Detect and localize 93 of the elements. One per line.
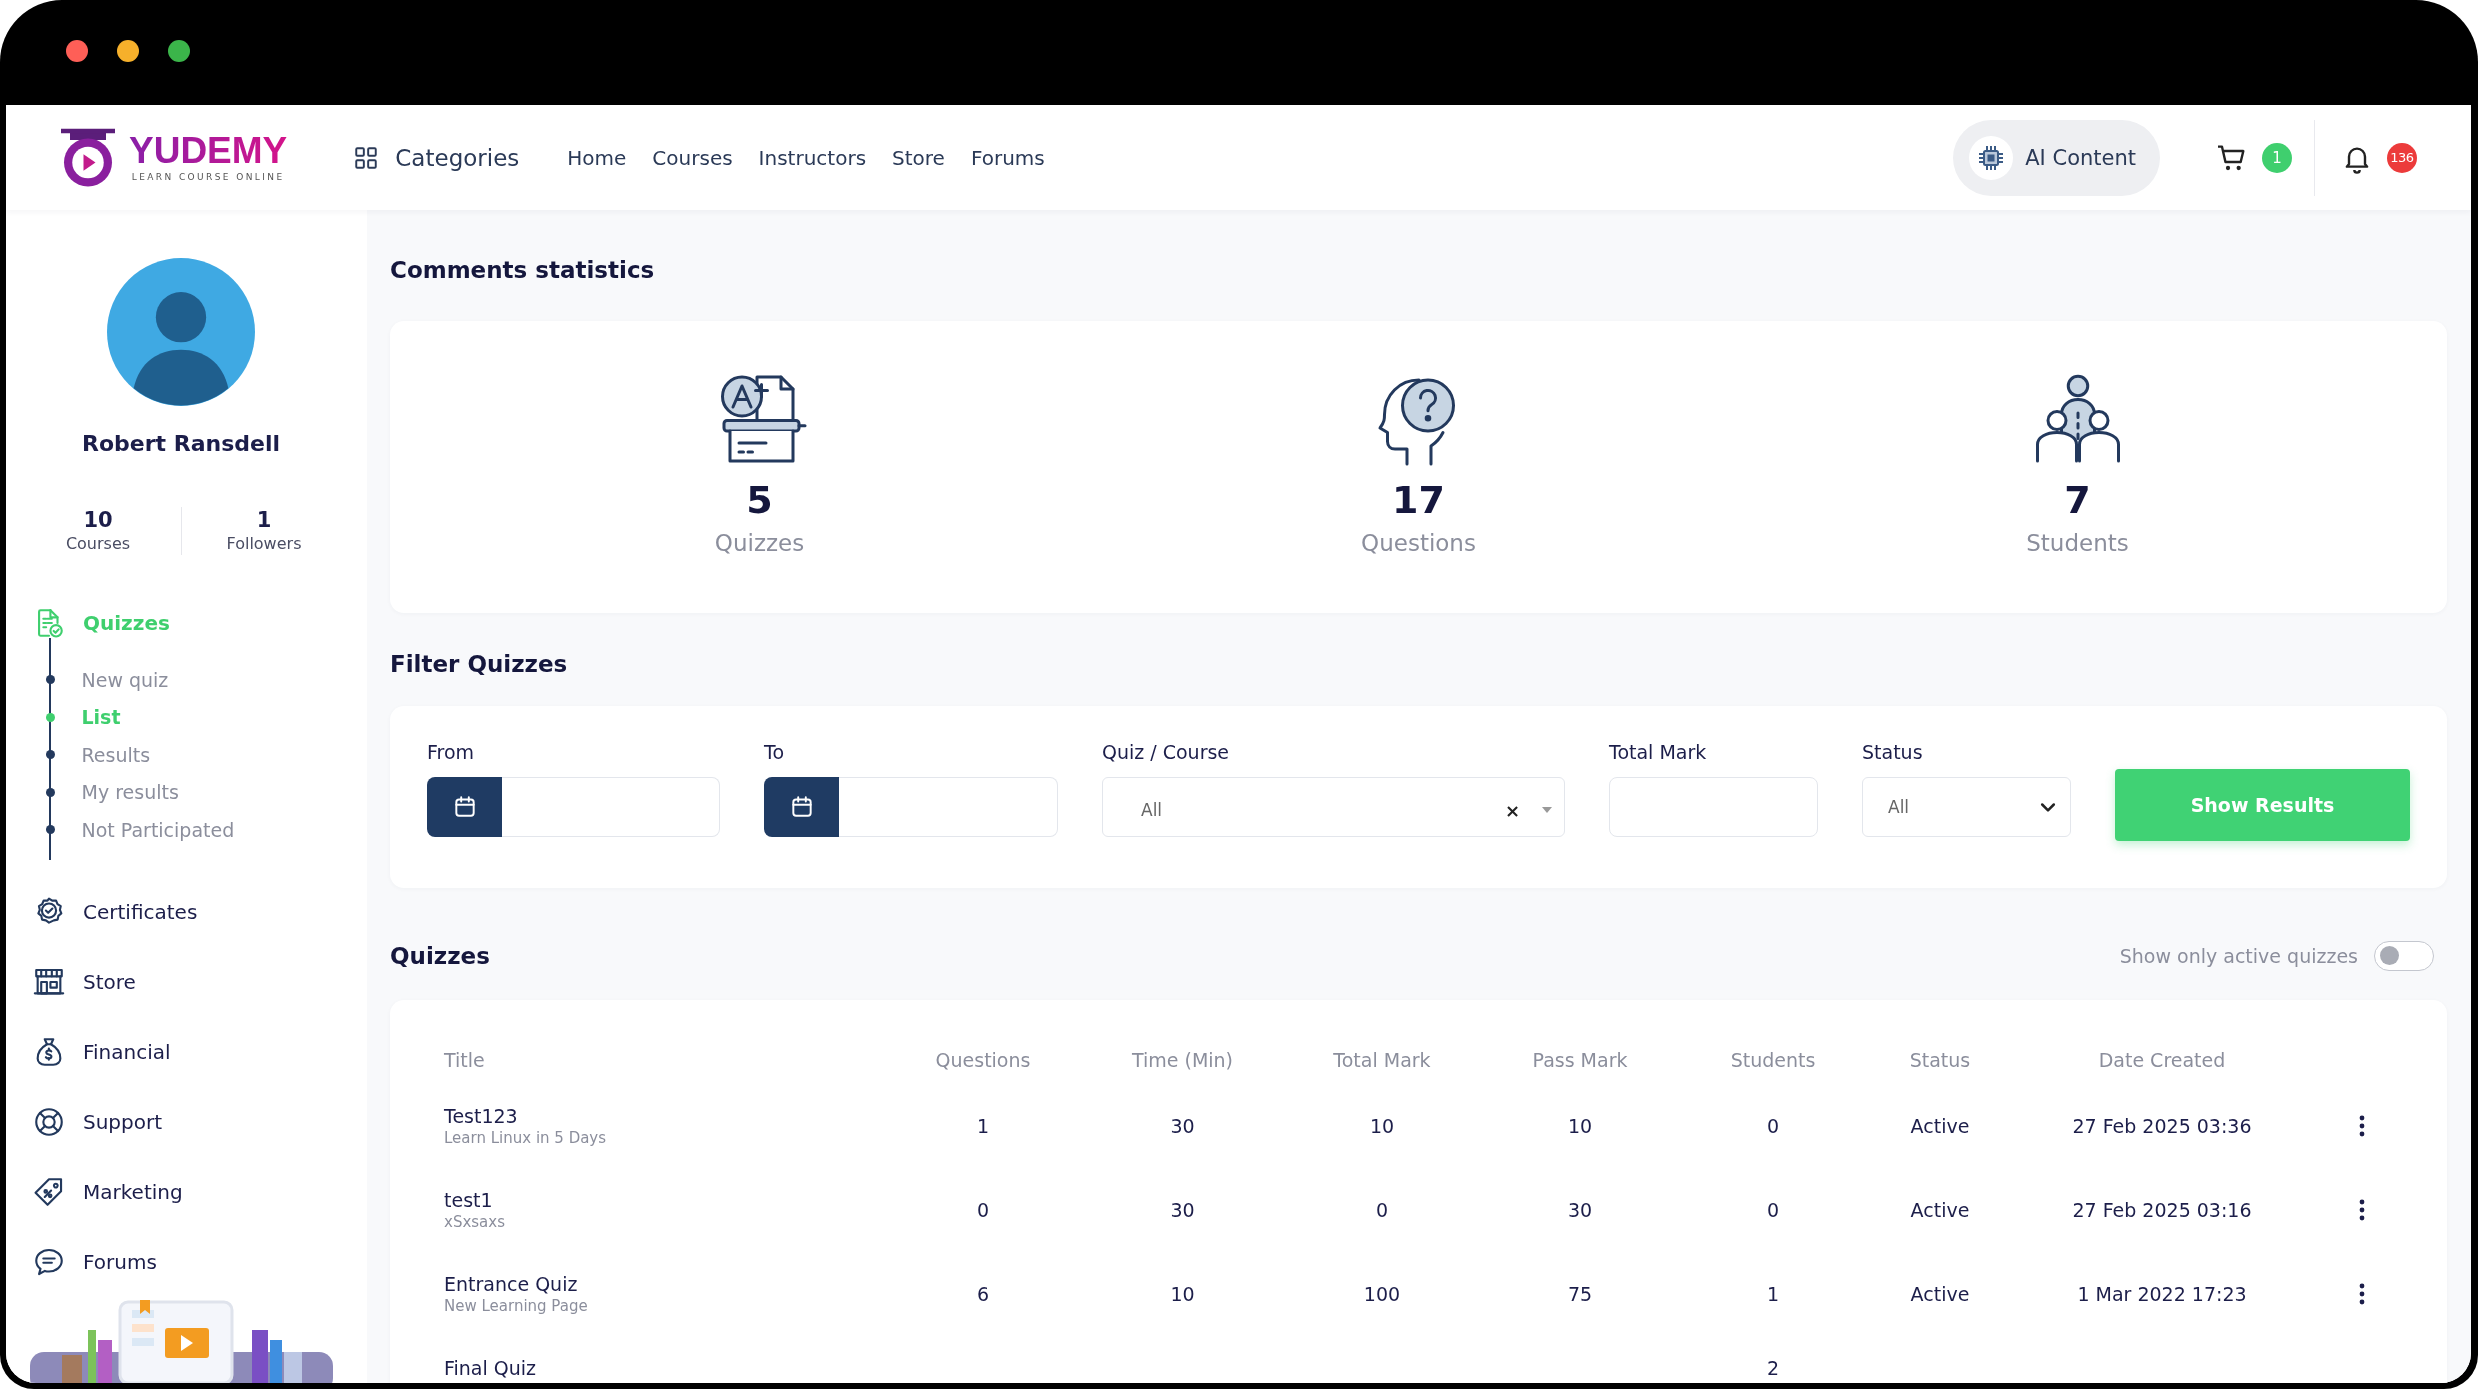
statistic-value: 5 (746, 477, 773, 523)
stat-label: Followers (226, 533, 302, 555)
quiz-course-select[interactable]: All × (1102, 777, 1565, 837)
table-cell: 10 (1369, 1115, 1395, 1137)
table-cell: 27 Feb 2025 03:36 (2072, 1115, 2252, 1137)
field-label: Total Mark (1609, 740, 1708, 765)
course-name: xSxsaxs (444, 1212, 506, 1232)
nav-link[interactable]: Home (567, 145, 627, 170)
table-cell: 0 (976, 1199, 990, 1221)
course-name: Learn Linux in 5 Days (444, 1128, 608, 1148)
quiz-title[interactable]: Entrance Quiz (444, 1272, 883, 1296)
avatar-icon (107, 258, 255, 406)
notification-count-badge: 136 (2387, 142, 2417, 173)
more-options-icon[interactable] (2359, 1199, 2365, 1221)
column-header: Title (444, 1048, 486, 1071)
bullet-icon (45, 712, 55, 722)
date-input-field[interactable] (502, 777, 720, 837)
table-cell: 30 (1170, 1199, 1195, 1221)
profile-name: Robert Ransdell (81, 430, 280, 458)
status-select[interactable]: All (1862, 777, 2071, 837)
table-cell: 75 (1567, 1283, 1593, 1305)
toggle-label: Show only active quizzes (2119, 945, 2358, 967)
nav-link[interactable]: Store (892, 145, 945, 170)
column-header: Students (1729, 1048, 1817, 1071)
quiz-title[interactable]: Final Quiz (444, 1356, 883, 1380)
table-cell: 30 (1170, 1115, 1195, 1137)
calendar-button[interactable] (427, 777, 502, 837)
table-cell: 1 Mar 2022 17:23 (2077, 1283, 2247, 1305)
sidebar-item[interactable]: Support (32, 1086, 163, 1157)
table-cell: 0 (1766, 1199, 1780, 1221)
ai-content-button[interactable]: AI Content (1953, 119, 2160, 196)
quiz-title[interactable]: test1 (444, 1188, 883, 1212)
table-cell: 1 (976, 1115, 990, 1137)
statistic-value: 7 (2064, 477, 2091, 523)
logo-tagline: LEARN COURSE ONLINE (131, 170, 285, 183)
cart-count-badge: 1 (2262, 142, 2292, 173)
table-cell: 2 (1766, 1357, 1780, 1379)
column-header: Date Created (2097, 1048, 2227, 1071)
field-label: To (764, 740, 785, 765)
date-input-field[interactable] (839, 777, 1058, 837)
sidebar-item[interactable]: Marketing (32, 1156, 183, 1227)
table-cell: 0 (1375, 1199, 1389, 1221)
sidebar-item[interactable]: Forums (32, 1226, 157, 1297)
sidebar-item[interactable]: Store (32, 946, 136, 1017)
table-cell: 1 (1766, 1283, 1780, 1305)
categories-button[interactable]: Categories (353, 144, 520, 171)
minimize-button[interactable] (117, 39, 139, 62)
column-header: Status (1908, 1048, 1972, 1071)
field-label: Status (1862, 740, 1924, 765)
table-cell: Active (1910, 1199, 1970, 1221)
section-title: Comments statistics (390, 256, 656, 285)
table-cell: 30 (1567, 1199, 1593, 1221)
column-header: Questions (934, 1048, 1032, 1071)
table-cell: 10 (1567, 1115, 1593, 1137)
field-label: Quiz / Course (1102, 740, 1231, 765)
clear-button[interactable]: × (1500, 799, 1524, 821)
toggle-switch[interactable] (2374, 941, 2434, 971)
statistic-label: Quizzes (714, 529, 805, 558)
stat-label: Courses (65, 533, 131, 555)
table-cell: Active (1910, 1115, 1970, 1137)
section-title: Filter Quizzes (390, 650, 569, 679)
table-cell: 6 (976, 1283, 990, 1305)
course-name: New Learning Page (444, 1296, 589, 1316)
column-header: Time (Min) (1130, 1048, 1235, 1071)
calendar-button[interactable] (764, 777, 839, 837)
stat-value: 10 (83, 507, 113, 533)
grid-icon (353, 144, 380, 171)
chip-icon (1969, 135, 2014, 180)
caret-down-icon (1542, 807, 1552, 813)
column-header: Total Mark (1332, 1048, 1432, 1071)
nav-link[interactable]: Courses (652, 145, 733, 170)
statistic-label: Students (2026, 529, 2129, 558)
table-cell: 10 (1170, 1283, 1195, 1305)
nav-link[interactable]: Forums (970, 145, 1045, 170)
total-mark-field[interactable] (1609, 777, 1818, 837)
more-options-icon[interactable] (2359, 1115, 2365, 1137)
statistic-value: 17 (1392, 477, 1445, 523)
table-cell: 100 (1363, 1283, 1401, 1305)
statistic-label: Questions (1361, 529, 1476, 558)
maximize-button[interactable] (168, 39, 190, 62)
quiz-title[interactable]: Test123 (444, 1104, 883, 1128)
close-button[interactable] (66, 39, 88, 62)
stat-value: 1 (256, 507, 272, 533)
table-cell: 27 Feb 2025 03:16 (2072, 1199, 2252, 1221)
sidebar-item[interactable]: Financial (32, 1016, 171, 1087)
column-header: Pass Mark (1531, 1048, 1629, 1071)
nav-link[interactable]: Instructors (758, 145, 867, 170)
more-options-icon[interactable] (2359, 1283, 2365, 1305)
field-label: From (427, 740, 476, 765)
section-title: Quizzes (390, 942, 490, 971)
sidebar-item[interactable]: Certificates (32, 876, 198, 947)
table-cell: Active (1910, 1283, 1970, 1305)
table-cell: 0 (1766, 1115, 1780, 1137)
